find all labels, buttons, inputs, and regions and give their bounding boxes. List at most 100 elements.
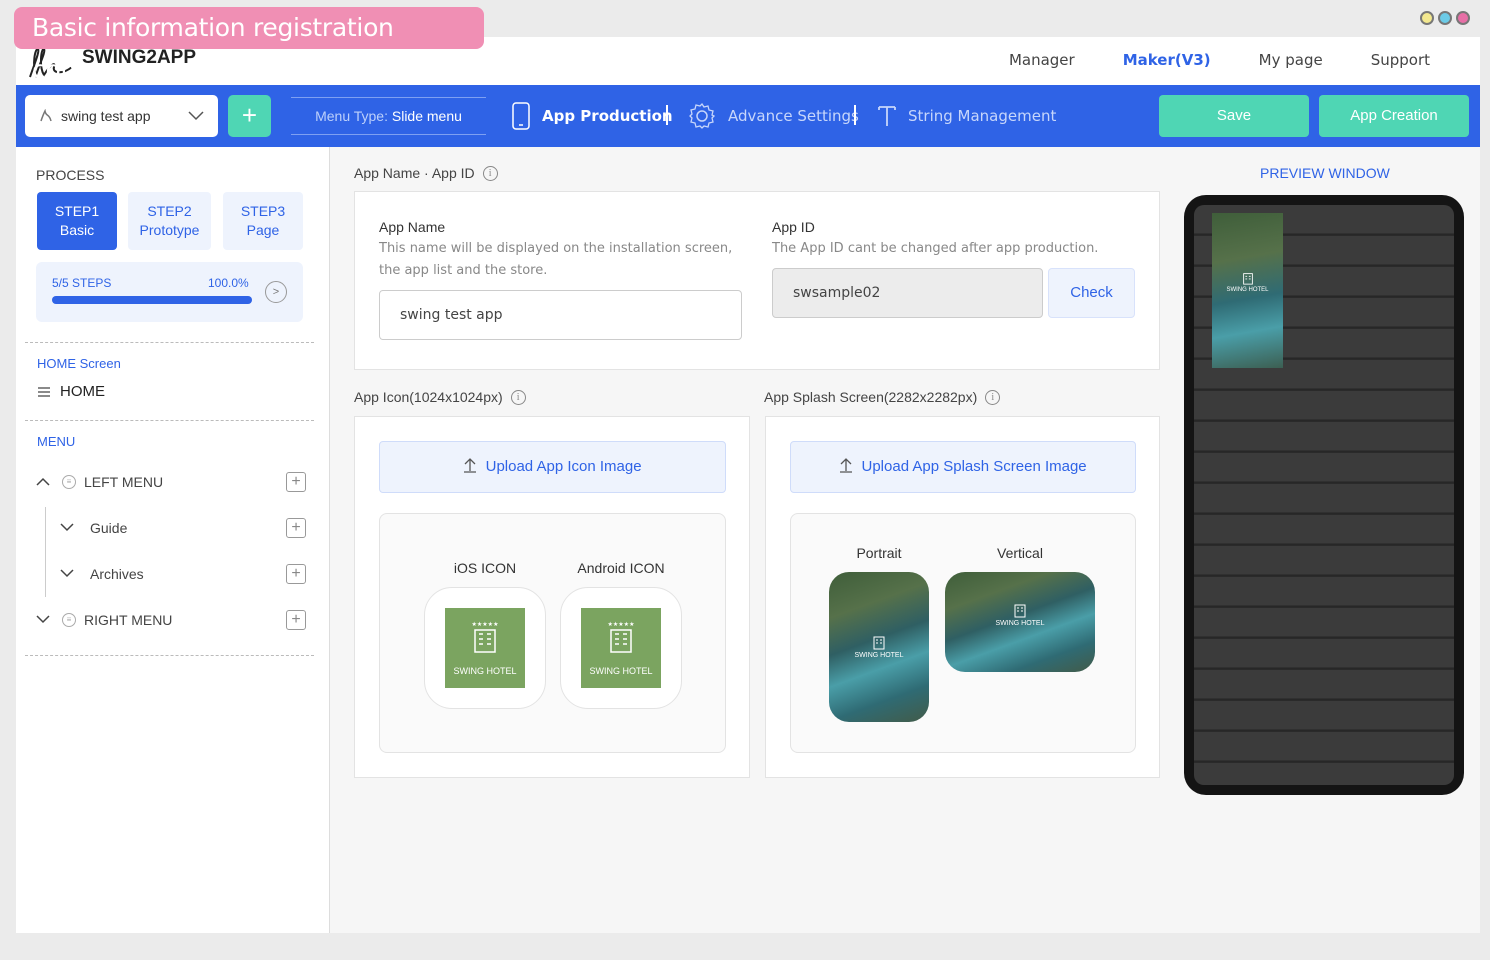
toolbar: swing test app + Menu Type: Slide menu A… bbox=[16, 85, 1480, 147]
upload-app-icon-button[interactable]: Upload App Icon Image bbox=[379, 441, 726, 493]
menu-item-archives[interactable]: Archives + bbox=[60, 562, 306, 586]
app-selector-value: swing test app bbox=[61, 108, 151, 124]
menu-item-label: Guide bbox=[90, 520, 128, 536]
chevron-down-icon[interactable] bbox=[60, 567, 90, 581]
info-icon[interactable]: i bbox=[482, 165, 498, 181]
tab-string-management[interactable]: String Management bbox=[878, 99, 1056, 133]
menu-type-value: Slide menu bbox=[391, 108, 462, 124]
menu-type-selector[interactable]: Menu Type: Slide menu bbox=[291, 97, 486, 135]
divider bbox=[25, 342, 314, 343]
add-app-button[interactable]: + bbox=[228, 95, 271, 137]
menu-item-label: LEFT MENU bbox=[84, 474, 164, 490]
tab-advance-settings[interactable]: Advance Settings bbox=[688, 99, 859, 133]
hotel-icon: ★★★★★ SWING HOTEL bbox=[581, 608, 661, 688]
app-name-input[interactable]: swing test app bbox=[379, 290, 742, 340]
steps-count: 5/5 STEPS bbox=[52, 276, 112, 290]
step3-name: Page bbox=[246, 222, 280, 238]
splash-logo-text: SWING HOTEL bbox=[854, 652, 904, 659]
add-submenu-button[interactable]: + bbox=[286, 472, 306, 492]
save-button[interactable]: Save bbox=[1159, 95, 1309, 137]
chevron-up-icon[interactable] bbox=[36, 475, 54, 489]
preview-splash-image: SWING HOTEL bbox=[1212, 213, 1283, 368]
maximize-dot[interactable] bbox=[1438, 11, 1452, 25]
portrait-label: Portrait bbox=[856, 545, 902, 561]
app-name-desc-line: This name will be displayed on the insta… bbox=[379, 241, 733, 256]
nav-my-page[interactable]: My page bbox=[1259, 51, 1323, 69]
app-id-input[interactable]: swsample02 bbox=[772, 268, 1043, 318]
ios-icon-card: ★★★★★ SWING HOTEL bbox=[424, 587, 546, 709]
vertical-splash-image: SWING HOTEL bbox=[945, 572, 1095, 672]
menu-item-guide[interactable]: Guide + bbox=[60, 516, 306, 540]
home-menu-item[interactable]: HOME bbox=[38, 383, 105, 400]
menu-section-label: MENU bbox=[37, 434, 76, 449]
preview-window-label: PREVIEW WINDOW bbox=[1260, 165, 1390, 181]
add-submenu-button[interactable]: + bbox=[286, 518, 306, 538]
nav-maker[interactable]: Maker(V3) bbox=[1123, 51, 1211, 69]
app-icon-panel: Upload App Icon Image iOS ICON Android I… bbox=[354, 416, 750, 778]
info-icon[interactable]: i bbox=[510, 389, 526, 405]
upload-icon bbox=[464, 458, 477, 473]
phone-screen: SWING HOTEL bbox=[1194, 205, 1454, 785]
add-submenu-button[interactable]: + bbox=[286, 564, 306, 584]
name-id-title-text: App Name · App ID bbox=[354, 165, 475, 181]
steps-progress-card: 5/5 STEPS 100.0% > bbox=[36, 262, 303, 322]
steps-progress-bar bbox=[52, 296, 252, 304]
tree-line bbox=[45, 507, 46, 597]
app-window: SWING2APP Manager Maker(V3) My page Supp… bbox=[16, 37, 1480, 933]
tab-string-management-label: String Management bbox=[908, 107, 1057, 125]
notification-banner: Basic information registration complete bbox=[14, 7, 484, 84]
name-id-panel: App Name This name will be displayed on … bbox=[354, 191, 1160, 370]
chevron-right-icon[interactable]: > bbox=[265, 281, 287, 303]
preview-splash-logo: SWING HOTEL bbox=[1212, 271, 1283, 293]
upload-splash-label: Upload App Splash Screen Image bbox=[861, 458, 1087, 475]
menu-type-key: Menu Type: bbox=[315, 108, 388, 124]
menu-circle-icon: ≡ bbox=[62, 613, 76, 627]
info-icon[interactable]: i bbox=[985, 389, 1001, 405]
close-dot[interactable] bbox=[1456, 11, 1470, 25]
minimize-dot[interactable] bbox=[1420, 11, 1434, 25]
step2-button[interactable]: STEP2 Prototype bbox=[128, 192, 211, 250]
tab-app-production[interactable]: App Production bbox=[512, 99, 673, 133]
upload-app-icon-label: Upload App Icon Image bbox=[485, 458, 642, 475]
menu-item-right-menu[interactable]: ≡ RIGHT MENU + bbox=[36, 608, 306, 632]
step1-name: Basic bbox=[59, 222, 95, 238]
app-selector[interactable]: swing test app bbox=[25, 95, 218, 137]
nav-manager[interactable]: Manager bbox=[1009, 51, 1075, 69]
step3-button[interactable]: STEP3 Page bbox=[223, 192, 303, 250]
app-id-label: App ID bbox=[772, 219, 815, 235]
svg-text:★★★★★: ★★★★★ bbox=[608, 621, 635, 628]
app-creation-button[interactable]: App Creation bbox=[1319, 95, 1469, 137]
menu-item-left-menu[interactable]: ≡ LEFT MENU + bbox=[36, 470, 306, 494]
portrait-splash-image: SWING HOTEL bbox=[829, 572, 929, 722]
phone-preview: SWING HOTEL bbox=[1184, 195, 1464, 795]
building-icon: ★★★★★ bbox=[608, 621, 635, 653]
splash-title: App Splash Screen(2282x2282px) i bbox=[764, 389, 1001, 405]
divider bbox=[25, 655, 314, 656]
chevron-down-icon[interactable] bbox=[60, 521, 90, 535]
android-icon-card: ★★★★★ SWING HOTEL bbox=[560, 587, 682, 709]
app-name-desc: This name will be displayed on the insta… bbox=[379, 238, 732, 282]
check-button[interactable]: Check bbox=[1048, 268, 1135, 318]
step2-name: Prototype bbox=[139, 222, 200, 238]
mobile-phone-icon bbox=[512, 102, 530, 130]
text-icon bbox=[878, 106, 896, 126]
splash-logo-text: SWING HOTEL bbox=[995, 620, 1045, 627]
chevron-down-icon[interactable] bbox=[36, 613, 54, 627]
tab-advance-settings-label: Advance Settings bbox=[728, 107, 859, 125]
home-section-label: HOME Screen bbox=[37, 356, 121, 371]
icon-text: SWING HOTEL bbox=[453, 666, 517, 676]
step1-button[interactable]: STEP1 Basic bbox=[37, 192, 117, 250]
nav-support[interactable]: Support bbox=[1371, 51, 1430, 69]
toolbar-divider bbox=[854, 105, 856, 125]
android-icon-label: Android ICON bbox=[577, 560, 665, 576]
icon-text: SWING HOTEL bbox=[589, 666, 653, 676]
splash-title-text: App Splash Screen(2282x2282px) bbox=[764, 389, 978, 405]
name-id-title: App Name · App ID i bbox=[354, 165, 498, 181]
upload-splash-button[interactable]: Upload App Splash Screen Image bbox=[790, 441, 1136, 493]
toolbar-divider bbox=[666, 105, 668, 125]
divider bbox=[25, 420, 314, 421]
menu-item-label: Archives bbox=[90, 566, 144, 582]
add-submenu-button[interactable]: + bbox=[286, 610, 306, 630]
home-menu-label: HOME bbox=[60, 383, 105, 400]
preview-splash-text: SWING HOTEL bbox=[1226, 287, 1269, 293]
